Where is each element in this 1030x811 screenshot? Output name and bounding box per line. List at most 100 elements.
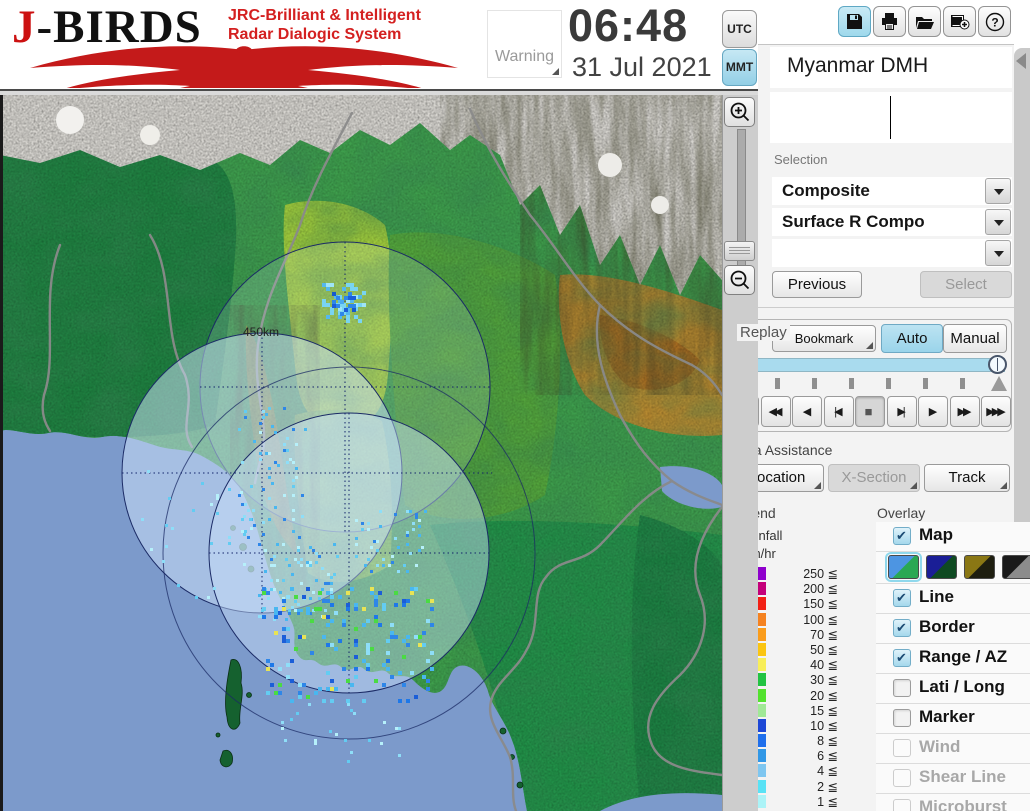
range-ring-label: 450km — [243, 325, 279, 339]
panel-separator — [758, 307, 1014, 308]
warning-button[interactable]: Warning — [487, 10, 562, 78]
forward-double-button[interactable]: ▶▶ — [950, 396, 980, 427]
zoom-slider-handle[interactable] — [724, 241, 755, 261]
overlay-item-label: Map — [919, 525, 953, 545]
overlay-row-border[interactable]: Border — [876, 614, 1030, 644]
step-backward-button[interactable]: |◀ — [824, 396, 854, 427]
replay-slider-handle[interactable] — [988, 355, 1007, 374]
map-left-border — [0, 95, 3, 811]
help-button[interactable]: ? — [978, 6, 1011, 37]
overlay-row-map[interactable]: Map — [876, 522, 1030, 552]
forward-triple-button[interactable]: ▶▶▶ — [981, 396, 1011, 427]
map-style-swatch-3[interactable] — [964, 555, 995, 579]
map-style-swatch-4[interactable] — [1002, 555, 1030, 579]
station-name-box: Myanmar DMH — [770, 47, 1012, 88]
legend-threshold-label: 30 ≦ — [768, 672, 838, 687]
slider-tick — [886, 378, 891, 389]
print-button[interactable] — [873, 6, 906, 37]
station-list-box[interactable] — [770, 92, 1012, 143]
checked-checkbox[interactable] — [893, 619, 911, 637]
track-button[interactable]: Track — [924, 464, 1010, 492]
overlay-row-line[interactable]: Line — [876, 584, 1030, 614]
checked-checkbox[interactable] — [893, 649, 911, 667]
slider-tick — [923, 378, 928, 389]
checked-checkbox[interactable] — [893, 527, 911, 545]
overlay-item-label: Border — [919, 617, 975, 637]
open-folder-button[interactable] — [908, 6, 941, 37]
legend-threshold-label: 250 ≦ — [768, 566, 838, 581]
zoom-out-icon — [729, 269, 751, 291]
overlay-list: Map Line Border Range / AZ Lati / Long Marker… — [876, 522, 1030, 811]
play-forward-button[interactable]: ▶ — [918, 396, 948, 427]
x-section-button[interactable]: X-Section — [828, 464, 920, 492]
selection-dropdown-1[interactable]: Composite — [772, 177, 1012, 205]
slider-tick — [849, 378, 854, 389]
legend-threshold-label: 8 ≦ — [768, 733, 838, 748]
selection-dropdown-1-value: Composite — [782, 177, 870, 205]
eagle-logo-icon — [22, 42, 467, 88]
map-style-swatch-2[interactable] — [926, 555, 957, 579]
previous-button[interactable]: Previous — [772, 271, 862, 298]
slider-end-marker — [991, 376, 1007, 391]
overlay-row-marker[interactable]: Marker — [876, 704, 1030, 734]
playback-controls: ◀◀◀◀◀◀|◀■▶|▶▶▶▶▶▶ — [729, 396, 1011, 427]
open-folder-icon — [915, 13, 935, 31]
add-image-button[interactable] — [943, 6, 976, 37]
selection-dropdown-2[interactable]: Surface R Compo — [772, 208, 1012, 236]
jbirds-application: J-BIRDS JRC-Brilliant & Intelligent Rada… — [0, 0, 1030, 811]
stop-button[interactable]: ■ — [855, 396, 885, 427]
unchecked-checkbox[interactable] — [893, 709, 911, 727]
station-name: Myanmar DMH — [787, 54, 928, 78]
legend-threshold-label: 50 ≦ — [768, 642, 838, 657]
rewind-double-button[interactable]: ◀◀ — [761, 396, 791, 427]
select-button[interactable]: Select — [920, 271, 1012, 298]
selection-label: Selection — [774, 152, 827, 167]
manual-button[interactable]: Manual — [943, 324, 1007, 353]
legend-threshold-label: 4 ≦ — [768, 763, 838, 778]
overlay-row-microburst[interactable]: Microburst — [876, 794, 1030, 811]
overlay-item-label: Range / AZ — [919, 647, 1007, 667]
overlay-item-label: Shear Line — [919, 767, 1006, 787]
warning-label: Warning — [495, 48, 554, 65]
legend-threshold-label: 70 ≦ — [768, 627, 838, 642]
overlay-label: Overlay — [877, 505, 925, 521]
auto-button[interactable]: Auto — [881, 324, 943, 353]
chevron-down-icon[interactable] — [985, 178, 1011, 204]
legend-threshold-label: 40 ≦ — [768, 657, 838, 672]
unchecked-checkbox[interactable] — [893, 679, 911, 697]
chevron-down-icon[interactable] — [985, 240, 1011, 266]
save-button[interactable] — [838, 6, 871, 37]
slider-tick — [960, 378, 965, 389]
play-backward-button[interactable]: ◀ — [792, 396, 822, 427]
zoom-in-button[interactable] — [724, 97, 755, 127]
radar-map-image[interactable]: 450km — [0, 95, 722, 811]
overlay-row-shear-line[interactable]: Shear Line — [876, 764, 1030, 794]
zoom-out-button[interactable] — [724, 265, 755, 295]
legend-threshold-label: 10 ≦ — [768, 718, 838, 733]
overlay-item-label: Marker — [919, 707, 975, 727]
step-forward-button[interactable]: ▶| — [887, 396, 917, 427]
clock-date: 31 Jul 2021 — [572, 52, 712, 83]
overlay-row-lati-long[interactable]: Lati / Long — [876, 674, 1030, 704]
zoom-in-icon — [729, 101, 751, 123]
help-icon: ? — [985, 12, 1005, 32]
unchecked-checkbox — [893, 769, 911, 787]
overlay-item-label: Lati / Long — [919, 677, 1005, 697]
slider-tick — [812, 378, 817, 389]
timezone-utc-button[interactable]: UTC — [722, 10, 757, 48]
legend-threshold-label: 15 ≦ — [768, 703, 838, 718]
overlay-row-range-az[interactable]: Range / AZ — [876, 644, 1030, 674]
overlay-row-wind[interactable]: Wind — [876, 734, 1030, 764]
legend-threshold-label: 2 ≦ — [768, 779, 838, 794]
panel-divider — [758, 44, 1014, 45]
replay-slider-track[interactable] — [740, 358, 1005, 372]
radar-map-view[interactable]: 450km — [0, 95, 758, 811]
chevron-down-icon[interactable] — [985, 209, 1011, 235]
checked-checkbox[interactable] — [893, 589, 911, 607]
timezone-mmt-button[interactable]: MMT — [722, 49, 757, 86]
map-style-swatches-row — [876, 552, 1030, 584]
panel-collapse-arrow-icon[interactable] — [1016, 53, 1026, 69]
selection-dropdown-3[interactable] — [772, 239, 1012, 267]
map-style-swatch-1[interactable] — [888, 555, 919, 579]
print-icon — [880, 12, 899, 31]
